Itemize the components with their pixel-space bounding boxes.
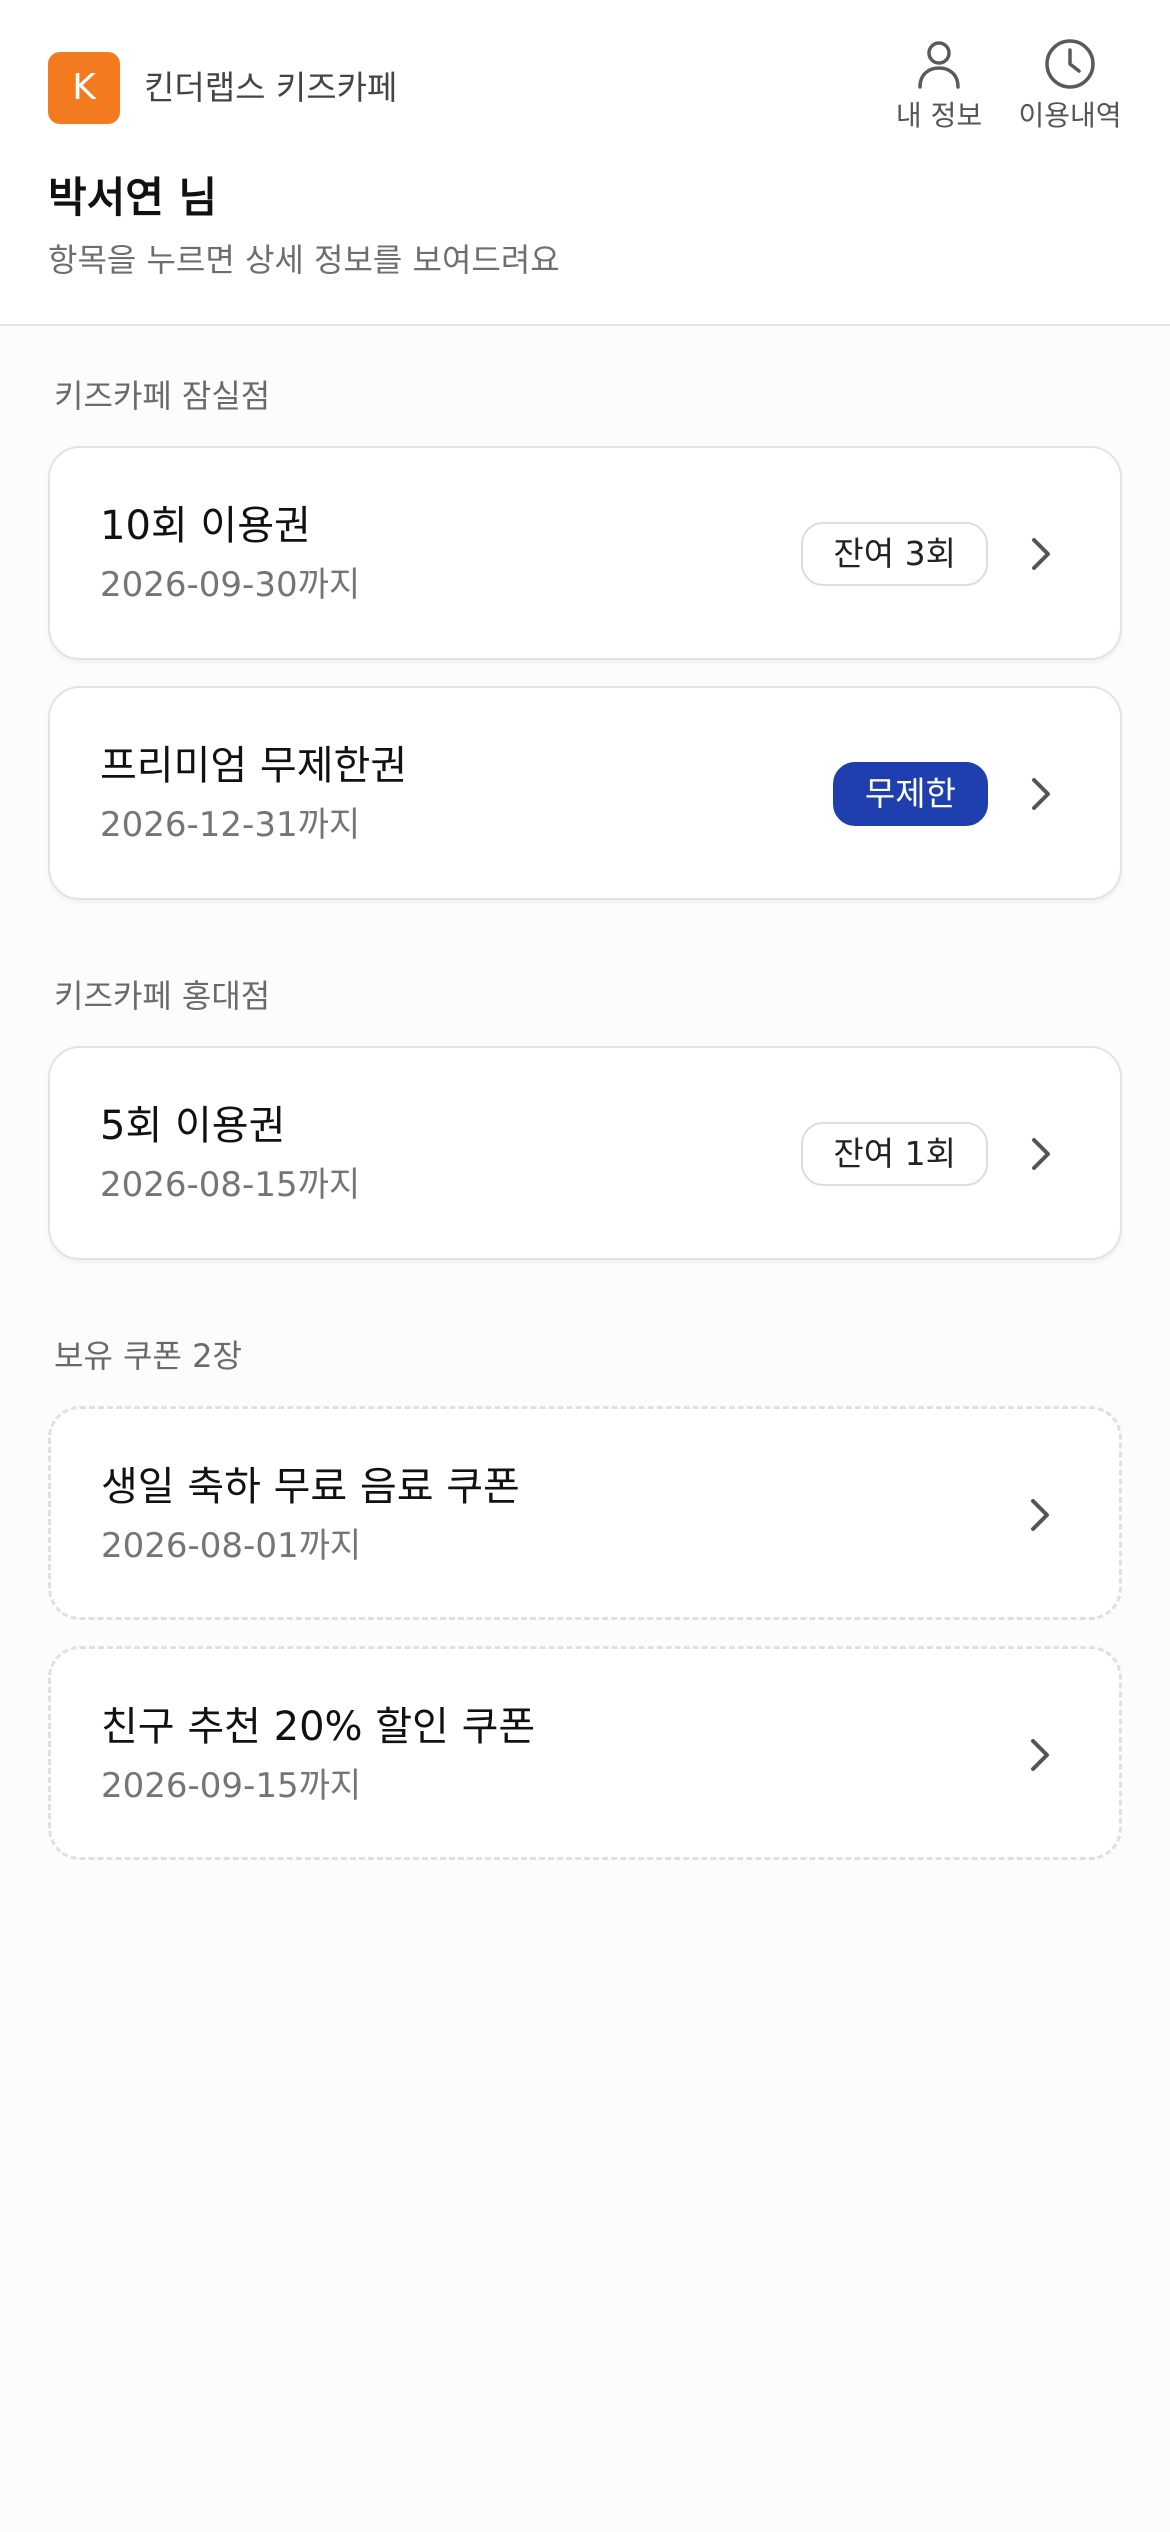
unlimited-badge: 무제한 bbox=[832, 762, 988, 826]
coupon-card[interactable]: 친구 추천 20% 할인 쿠폰 2026-09-15까지 bbox=[48, 1646, 1122, 1860]
chevron-right-icon bbox=[1031, 1739, 1049, 1771]
chevron-right-icon bbox=[1031, 1499, 1049, 1531]
coupon-expiry: 2026-08-01까지 bbox=[101, 1526, 362, 1566]
section-title-hongdae: 키즈카페 홍대점 bbox=[54, 977, 271, 1015]
section-title-jamsil: 키즈카페 잠실점 bbox=[54, 377, 271, 415]
app-logo: K bbox=[48, 52, 120, 124]
ticket-title: 10회 이용권 bbox=[100, 503, 311, 549]
user-name: 박서연 님 bbox=[48, 173, 218, 222]
my-info-button[interactable]: 내 정보 bbox=[874, 36, 1004, 146]
clock-icon bbox=[1045, 39, 1095, 89]
ticket-title: 프리미엄 무제한권 bbox=[100, 743, 408, 789]
ticket-card[interactable]: 10회 이용권 2026-09-30까지 잔여 3회 bbox=[48, 446, 1122, 660]
ticket-card[interactable]: 5회 이용권 2026-08-15까지 잔여 1회 bbox=[48, 1046, 1122, 1260]
remaining-badge: 잔여 3회 bbox=[801, 522, 988, 586]
usage-history-button[interactable]: 이용내역 bbox=[1005, 36, 1135, 146]
ticket-card[interactable]: 프리미엄 무제한권 2026-12-31까지 무제한 bbox=[48, 686, 1122, 900]
app-name: 킨더랩스 키즈카페 bbox=[144, 68, 398, 107]
coupon-title: 생일 축하 무료 음료 쿠폰 bbox=[101, 1464, 520, 1510]
coupon-title: 친구 추천 20% 할인 쿠폰 bbox=[101, 1704, 536, 1750]
chevron-right-icon bbox=[1032, 538, 1050, 570]
ticket-expiry: 2026-12-31까지 bbox=[100, 805, 361, 845]
remaining-badge: 잔여 1회 bbox=[801, 1122, 988, 1186]
ticket-expiry: 2026-08-15까지 bbox=[100, 1165, 361, 1205]
person-icon bbox=[918, 41, 960, 89]
section-title-coupons: 보유 쿠폰 2장 bbox=[54, 1337, 242, 1375]
app-header: K 킨더랩스 키즈카페 내 정보 이용내역 박서연 님 항목을 누르면 상세 정… bbox=[0, 0, 1170, 326]
coupon-card[interactable]: 생일 축하 무료 음료 쿠폰 2026-08-01까지 bbox=[48, 1406, 1122, 1620]
ticket-title: 5회 이용권 bbox=[100, 1103, 286, 1149]
coupon-expiry: 2026-09-15까지 bbox=[101, 1766, 362, 1806]
header-subtitle: 항목을 누르면 상세 정보를 보여드려요 bbox=[48, 241, 560, 279]
my-info-label: 내 정보 bbox=[895, 99, 983, 132]
usage-history-label: 이용내역 bbox=[1018, 99, 1122, 132]
chevron-right-icon bbox=[1032, 778, 1050, 810]
chevron-right-icon bbox=[1032, 1138, 1050, 1170]
ticket-expiry: 2026-09-30까지 bbox=[100, 565, 361, 605]
